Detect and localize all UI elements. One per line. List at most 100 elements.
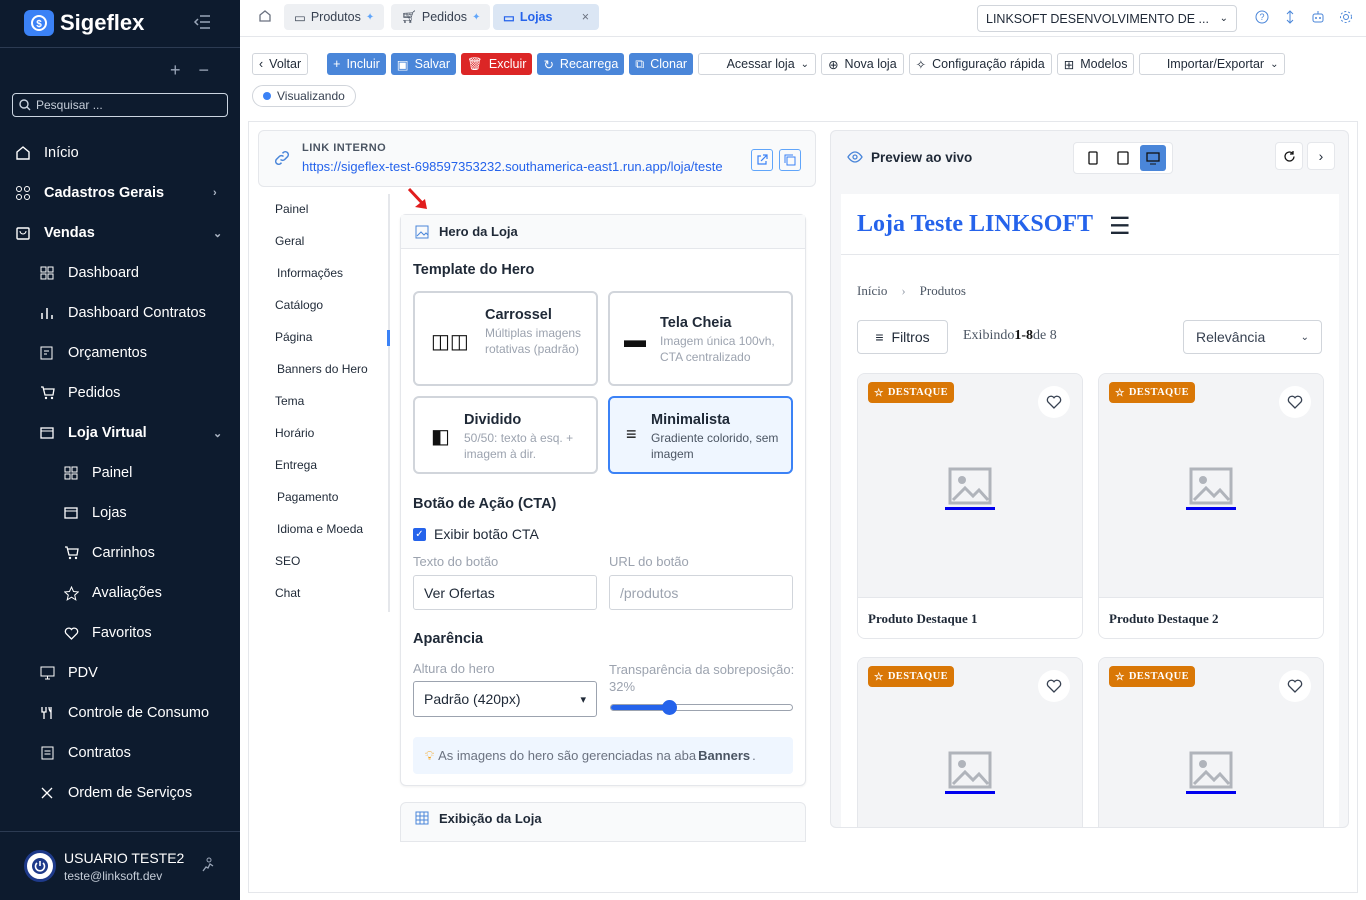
- refresh-preview-button[interactable]: [1275, 142, 1303, 170]
- nav-avaliacoes[interactable]: Avaliações: [0, 573, 240, 613]
- hero-height-select[interactable]: Padrão (420px) ▾: [413, 681, 597, 717]
- copy-link-button[interactable]: [779, 149, 801, 171]
- tab-pagamento[interactable]: Pagamento: [277, 490, 338, 504]
- template-minimalista[interactable]: ≡ Minimalista Gradiente colorido, sem im…: [608, 396, 793, 474]
- tab-catalogo[interactable]: Catálogo: [275, 298, 323, 312]
- user-settings-icon[interactable]: [200, 857, 216, 876]
- reload-button[interactable]: ↻ Recarrega: [537, 53, 625, 75]
- button-text-input[interactable]: Ver Ofertas: [413, 575, 597, 610]
- tab-geral[interactable]: Geral: [275, 234, 304, 248]
- favorite-button[interactable]: [1038, 386, 1070, 418]
- nav-dashboard[interactable]: Dashboard: [0, 253, 240, 293]
- back-button[interactable]: ‹ Voltar: [252, 53, 309, 75]
- open-external-button[interactable]: [751, 149, 773, 171]
- desktop-device-button[interactable]: [1140, 145, 1166, 171]
- tab-entrega[interactable]: Entrega: [275, 458, 317, 472]
- home-icon[interactable]: [258, 9, 272, 26]
- nav-controle-consumo[interactable]: Controle de Consumo: [0, 693, 240, 733]
- product-card[interactable]: ☆ DESTAQUE Produto Destaque 1: [857, 373, 1083, 639]
- chevron-down-icon: ⌄: [1300, 331, 1309, 343]
- template-dividido[interactable]: ◧ Dividido 50/50: texto à esq. + imagem …: [413, 396, 598, 474]
- product-card[interactable]: ☆ DESTAQUE: [1098, 657, 1324, 827]
- nav-orcamentos[interactable]: Orçamentos: [0, 333, 240, 373]
- menu-icon[interactable]: ☰: [1109, 212, 1131, 241]
- tab-seo[interactable]: SEO: [275, 554, 300, 568]
- collapse-sidebar-icon[interactable]: [193, 14, 211, 30]
- favorite-button[interactable]: [1279, 386, 1311, 418]
- company-select[interactable]: LINKSOFT DESENVOLVIMENTO DE ... ⌄: [977, 5, 1237, 32]
- gear-icon[interactable]: [1339, 10, 1355, 26]
- template-tela-cheia[interactable]: ▬ Tela Cheia Imagem única 100vh, CTA cen…: [608, 291, 793, 386]
- user-profile[interactable]: USUARIO TESTE2 teste@linksoft.dev: [0, 832, 240, 900]
- nav-painel[interactable]: Painel: [0, 453, 240, 493]
- tab-tema[interactable]: Tema: [275, 394, 304, 408]
- filter-button[interactable]: ≡ Filtros: [857, 320, 948, 354]
- breadcrumb-home[interactable]: Início: [857, 283, 887, 299]
- nav-pedidos[interactable]: Pedidos: [0, 373, 240, 413]
- nav-vendas[interactable]: Vendas ⌄: [0, 213, 240, 253]
- sort-select[interactable]: Relevância ⌄: [1183, 320, 1322, 354]
- next-preview-button[interactable]: ›: [1307, 142, 1335, 170]
- new-store-button[interactable]: ⊕ Nova loja: [821, 53, 904, 75]
- save-button[interactable]: ▣ Salvar: [390, 53, 457, 75]
- pin-icon[interactable]: ✦: [472, 12, 480, 23]
- tablet-device-button[interactable]: [1110, 145, 1136, 171]
- robot-icon[interactable]: [1311, 10, 1327, 26]
- quick-config-button[interactable]: ✧ Configuração rápida: [908, 53, 1052, 75]
- nav-contratos[interactable]: Contratos: [0, 733, 240, 773]
- favorite-button[interactable]: [1038, 670, 1070, 702]
- nav-pdv[interactable]: PDV: [0, 653, 240, 693]
- template-section-title: Template do Hero: [413, 262, 535, 278]
- nav-ordem-servicos[interactable]: Ordem de Serviços: [0, 773, 240, 813]
- nav-lojas[interactable]: Lojas: [0, 493, 240, 533]
- show-cta-checkbox[interactable]: ✓ Exibir botão CTA: [413, 526, 539, 542]
- overlay-slider[interactable]: [610, 700, 793, 715]
- expand-all-icon[interactable]: +: [170, 60, 181, 81]
- tab-informacoes[interactable]: Informações: [277, 266, 343, 280]
- tab-pagina[interactable]: Página: [275, 330, 312, 344]
- favorite-button[interactable]: [1279, 670, 1311, 702]
- display-settings-card[interactable]: Exibição da Loja: [400, 802, 806, 842]
- product-card[interactable]: ☆ DESTAQUE: [857, 657, 1083, 827]
- clone-button[interactable]: ⧉ Clonar: [629, 53, 694, 75]
- help-icon[interactable]: ?: [1255, 10, 1271, 26]
- sort-icon[interactable]: [1283, 10, 1299, 26]
- link-url[interactable]: https://sigeflex-test-698597353232.south…: [302, 159, 723, 174]
- breadcrumb-products[interactable]: Produtos: [920, 283, 966, 299]
- nav-carrinhos[interactable]: Carrinhos: [0, 533, 240, 573]
- tab-lojas[interactable]: ▭ Lojas ×: [493, 4, 599, 30]
- showing-post: de 8: [1033, 328, 1057, 343]
- template-carrossel[interactable]: ◫◫ Carrossel Múltiplas imagens rotativas…: [413, 291, 598, 386]
- mobile-device-button[interactable]: [1080, 145, 1106, 171]
- tab-idioma-moeda[interactable]: Idioma e Moeda: [277, 522, 363, 536]
- tab-banners-hero[interactable]: Banners do Hero: [277, 362, 368, 376]
- nav-cadastros-gerais[interactable]: Cadastros Gerais ›: [0, 173, 240, 213]
- app-logo[interactable]: $ Sigeflex: [24, 10, 144, 36]
- cta-section-title: Botão de Ação (CTA): [413, 496, 557, 512]
- tab-produtos[interactable]: ▭ Produtos ✦: [284, 4, 385, 30]
- import-export-button[interactable]: Importar/Exportar ⌄: [1139, 53, 1286, 75]
- models-button[interactable]: ⊞ Modelos: [1056, 53, 1135, 75]
- close-icon[interactable]: ×: [582, 10, 589, 24]
- tab-painel[interactable]: Painel: [275, 202, 308, 216]
- button-url-input[interactable]: /produtos: [609, 575, 793, 610]
- add-button[interactable]: + Incluir: [327, 53, 386, 75]
- checkbox-checked[interactable]: ✓: [413, 527, 426, 541]
- nav-favoritos[interactable]: Favoritos: [0, 613, 240, 653]
- tab-pedidos[interactable]: 🛒︎ Pedidos ✦: [391, 4, 491, 30]
- nav-dashboard-contratos[interactable]: Dashboard Contratos: [0, 293, 240, 333]
- collapse-all-icon[interactable]: −: [199, 60, 210, 81]
- slider-thumb[interactable]: [661, 700, 677, 715]
- pin-icon[interactable]: ✦: [366, 12, 374, 23]
- tab-chat[interactable]: Chat: [275, 586, 300, 600]
- access-store-button[interactable]: Acessar loja ⌄: [698, 53, 817, 75]
- button-label: Acessar loja: [726, 57, 795, 71]
- sidebar-search-input[interactable]: Pesquisar ...: [12, 93, 228, 117]
- nav-inicio[interactable]: Início: [0, 133, 240, 173]
- delete-button[interactable]: 🗑︎ Excluir: [461, 53, 533, 75]
- product-card[interactable]: ☆ DESTAQUE Produto Destaque 2: [1098, 373, 1324, 639]
- nav-loja-virtual[interactable]: Loja Virtual ⌄: [0, 413, 240, 453]
- tab-label: Pedidos: [421, 10, 468, 24]
- tab-horario[interactable]: Horário: [275, 426, 314, 440]
- store-name[interactable]: Loja Teste LINKSOFT: [857, 211, 1093, 238]
